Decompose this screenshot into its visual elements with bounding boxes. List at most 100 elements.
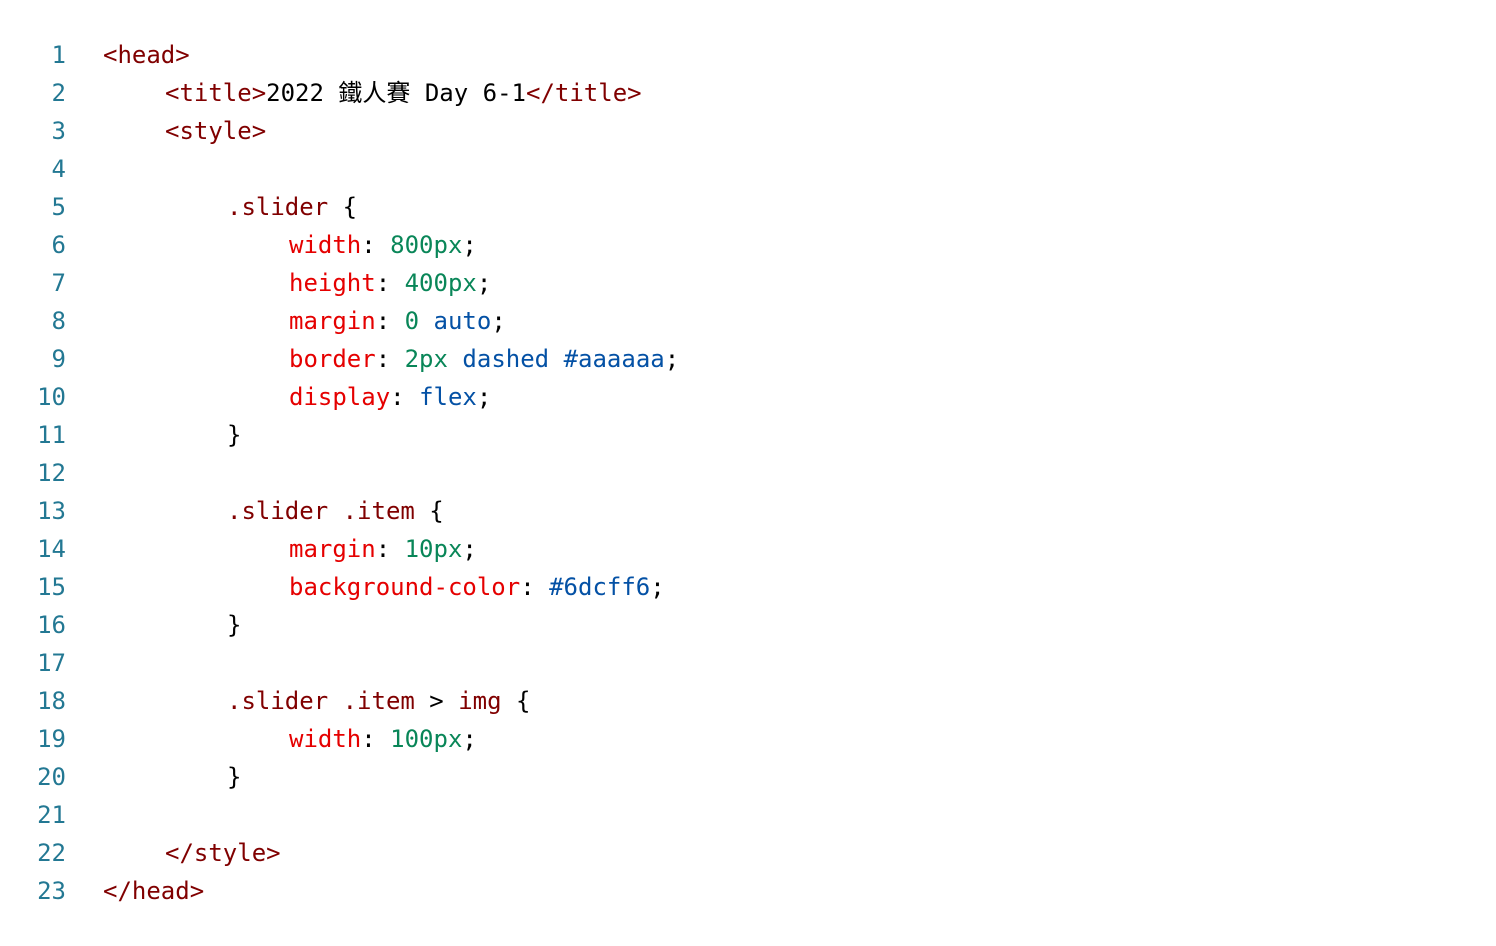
code-editor[interactable]: 1 <head> 2 <title>2022 鐵人賽 Day 6-1</title> 3… [0,36,1496,910]
code-token: 10px [404,535,463,563]
code-token: <head> [103,41,190,69]
code-line[interactable]: 3 <style> [0,112,1496,150]
line-number: 21 [37,801,66,829]
code-token: ; [664,345,680,373]
code-text: </style> [165,834,281,872]
code-token: display [289,383,391,411]
code-text: margin: 10px; [289,530,477,568]
line-number: 12 [37,459,66,487]
code-token: .item [342,687,415,715]
line-number: 22 [37,839,66,867]
code-token: ; [462,231,477,259]
code-token: img [458,687,502,715]
code-token: ; [650,573,665,601]
code-line[interactable]: 15 background-color: #6dcff6; [0,568,1496,606]
code-line[interactable]: 6 width: 800px; [0,226,1496,264]
line-number: 1 [51,41,66,69]
code-line[interactable]: 16} [0,606,1496,644]
code-token: </title> [526,79,642,107]
code-line[interactable]: 19 width: 100px; [0,720,1496,758]
code-line[interactable]: 12 [0,454,1496,492]
code-token: #6dcff6 [549,573,651,601]
code-token: .item [342,497,415,525]
code-line[interactable]: 21 [0,796,1496,834]
code-token: .slider [227,497,329,525]
code-token: : [520,573,550,601]
line-number: 23 [37,877,66,905]
code-token: { [328,193,358,221]
line-number: 20 [37,763,66,791]
code-text: width: 100px; [289,720,477,758]
code-token: : [361,725,391,753]
line-number: 17 [37,649,66,677]
code-line[interactable]: 20} [0,758,1496,796]
code-token: { [414,497,444,525]
code-line[interactable]: 17 [0,644,1496,682]
code-line[interactable]: 13 .slider .item { [0,492,1496,530]
line-number: 11 [37,421,66,449]
code-text: } [227,416,241,454]
code-line[interactable]: 23 </head> [0,872,1496,910]
code-token: : [375,535,405,563]
code-token: </style> [165,839,281,867]
code-text: .slider { [227,188,357,226]
code-token: ; [491,307,506,335]
code-line[interactable]: 8 margin: 0 auto; [0,302,1496,340]
code-token: ; [462,725,477,753]
code-text: width: 800px; [289,226,477,264]
code-token: 800px [390,231,463,259]
code-token: } [227,611,242,639]
code-line[interactable]: 4 [0,150,1496,188]
line-number: 7 [51,269,66,297]
code-text: background-color: #6dcff6; [289,568,665,606]
code-token: ; [476,383,492,411]
code-text: height: 400px; [289,264,491,302]
code-line[interactable]: 14 margin: 10px; [0,530,1496,568]
code-token: 0 [404,307,420,335]
code-token: } [227,421,242,449]
line-number: 3 [51,117,66,145]
code-token: margin [289,535,376,563]
line-number: 19 [37,725,66,753]
code-token: : [375,269,405,297]
line-number: 2 [51,79,66,107]
code-token: } [227,763,242,791]
code-token: .slider [227,193,329,221]
code-token: border [289,345,376,373]
line-number: 13 [37,497,66,525]
code-line[interactable]: 11} [0,416,1496,454]
code-line[interactable]: 7 height: 400px; [0,264,1496,302]
code-line[interactable]: 5 .slider { [0,188,1496,226]
line-number: 16 [37,611,66,639]
code-line[interactable]: 18 .slider .item > img { [0,682,1496,720]
code-token: height [289,269,376,297]
code-text: <head> [103,36,190,74]
code-token: 100px [390,725,463,753]
code-line[interactable]: 1 <head> [0,36,1496,74]
code-token: ; [476,269,492,297]
code-token: <title> [165,79,267,107]
line-number: 6 [51,231,66,259]
code-token: { [501,687,531,715]
code-token: 2px [404,345,448,373]
code-token: > [414,687,459,715]
code-line[interactable]: 2 <title>2022 鐵人賽 Day 6-1</title> [0,74,1496,112]
code-token: background-color [289,573,521,601]
code-token: <style> [165,117,267,145]
code-text: .slider .item > img { [227,682,530,720]
code-token: margin [289,307,376,335]
code-token: : [390,383,420,411]
code-line[interactable]: 10 display: flex; [0,378,1496,416]
code-line[interactable]: 22 </style> [0,834,1496,872]
line-number: 15 [37,573,66,601]
code-line[interactable]: 9 border: 2px dashed #aaaaaa; [0,340,1496,378]
code-text: .slider .item { [227,492,444,530]
code-text: margin: 0 auto; [289,302,506,340]
code-token: width [289,725,362,753]
code-token: .slider [227,687,329,715]
code-text: </head> [103,872,204,910]
code-text: display: flex; [289,378,491,416]
